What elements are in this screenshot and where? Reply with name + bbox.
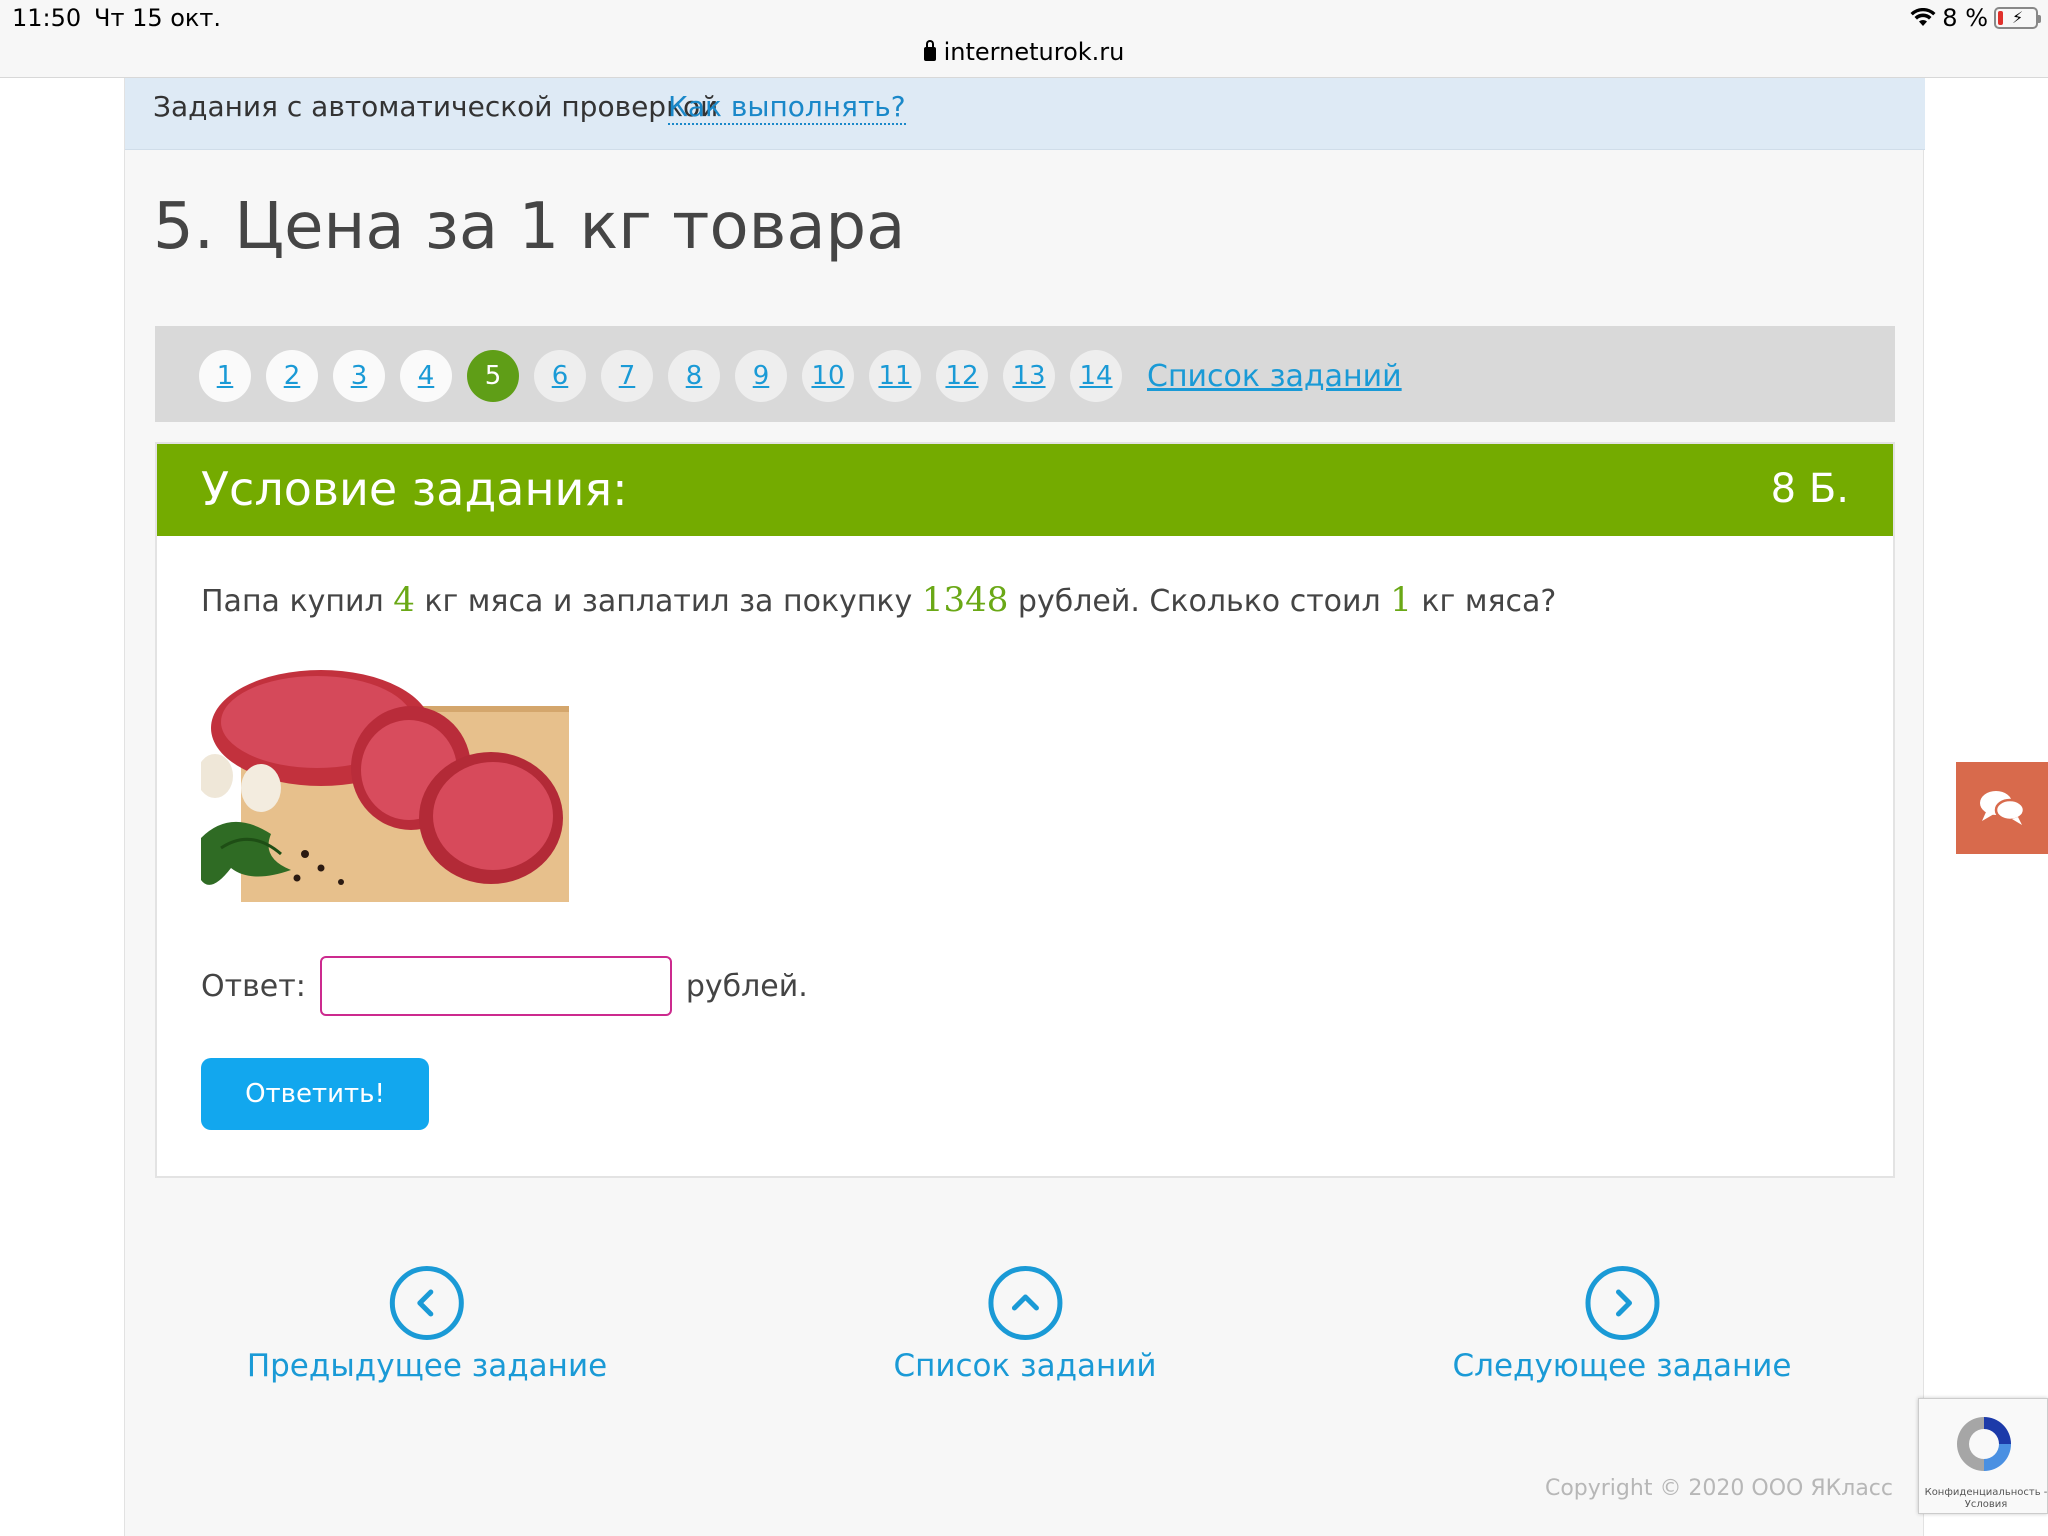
task-number-button-current[interactable]: 5 <box>467 350 519 402</box>
previous-task-label: Предыдущее задание <box>246 1348 608 1384</box>
task-points: 8 Б. <box>1770 466 1849 512</box>
wifi-icon <box>1910 8 1936 26</box>
status-bar: 11:50 Чт 15 окт. 8 % ⚡ interneturok.ru <box>0 0 2048 78</box>
task-card: Условие задания: 8 Б. Папа купил 4 кг мя… <box>155 442 1895 1178</box>
task-number-button[interactable]: 7 <box>601 350 653 402</box>
task-question: Папа купил 4 кг мяса и заплатил за покуп… <box>201 580 1556 620</box>
task-list-label: Список заданий <box>893 1348 1157 1384</box>
chat-button[interactable] <box>1956 762 2048 854</box>
task-number-button[interactable]: 6 <box>534 350 586 402</box>
recaptcha-badge[interactable]: Конфиденциальность - Условия <box>1918 1398 2048 1514</box>
previous-task-link[interactable]: Предыдущее задание <box>247 1266 607 1384</box>
answer-row: Ответ: рублей. <box>201 956 808 1016</box>
chat-icon <box>1980 791 2026 825</box>
answer-input[interactable] <box>319 956 672 1016</box>
chevron-up-icon <box>988 1266 1062 1340</box>
task-number-button[interactable]: 13 <box>1003 350 1055 402</box>
next-task-label: Следующее задание <box>1452 1348 1792 1384</box>
page-container: Задания с автоматической проверкой Как в… <box>124 78 1925 1536</box>
task-number-button[interactable]: 2 <box>266 350 318 402</box>
question-text: рублей. Сколько стоил <box>1008 584 1391 619</box>
address-bar[interactable]: interneturok.ru <box>0 38 2048 66</box>
chevron-left-icon <box>389 1266 464 1340</box>
task-list-bottom-link[interactable]: Список заданий <box>893 1266 1157 1384</box>
page-title: 5. Цена за 1 кг товара <box>153 190 906 264</box>
task-list-link[interactable]: Список заданий <box>1147 359 1402 394</box>
task-number-list: 1 2 3 4 5 6 7 8 9 10 11 12 13 14 Список … <box>199 350 1402 402</box>
how-to-link[interactable]: Как выполнять? <box>668 90 906 125</box>
status-time: 11:50 <box>12 4 82 32</box>
lock-icon <box>923 40 936 61</box>
task-type-bar: Задания с автоматической проверкой Как в… <box>125 78 1925 150</box>
task-header-title: Условие задания: <box>201 462 628 516</box>
task-number-button[interactable]: 10 <box>802 350 854 402</box>
battery-percent: 8 % <box>1942 4 1988 32</box>
answer-unit: рублей. <box>685 968 808 1004</box>
task-type-label: Задания с автоматической проверкой <box>153 90 719 123</box>
submit-answer-button[interactable]: Ответить! <box>201 1058 429 1130</box>
task-number-button[interactable]: 12 <box>936 350 988 402</box>
chevron-right-icon <box>1584 1266 1659 1340</box>
copyright-text: Copyright © 2020 ООО ЯКласс <box>1544 1476 1893 1501</box>
task-number-button[interactable]: 8 <box>668 350 720 402</box>
task-number-button[interactable]: 9 <box>735 350 787 402</box>
question-text: Папа купил <box>201 584 394 619</box>
task-number-button[interactable]: 3 <box>333 350 385 402</box>
task-number-button[interactable]: 11 <box>869 350 921 402</box>
question-number: 1 <box>1390 580 1412 620</box>
task-navigation: 1 2 3 4 5 6 7 8 9 10 11 12 13 14 Список … <box>155 326 1895 422</box>
answer-label: Ответ: <box>201 968 306 1004</box>
url-text: interneturok.ru <box>943 38 1125 66</box>
recaptcha-links[interactable]: Конфиденциальность - Условия <box>1923 1487 2048 1511</box>
next-task-link[interactable]: Следующее задание <box>1452 1266 1792 1384</box>
question-text: кг мяса и заплатил за покупку <box>414 584 922 619</box>
status-indicators: 8 % ⚡ <box>1910 4 2041 32</box>
meat-image <box>201 670 569 902</box>
question-number: 1348 <box>921 580 1009 620</box>
task-number-button[interactable]: 4 <box>400 350 452 402</box>
status-date: Чт 15 окт. <box>94 4 222 32</box>
battery-icon: ⚡ <box>1994 7 2041 29</box>
task-number-button[interactable]: 1 <box>199 350 251 402</box>
question-text: кг мяса? <box>1411 584 1557 619</box>
task-header: Условие задания: 8 Б. <box>157 444 1893 536</box>
recaptcha-icon <box>1957 1417 2011 1471</box>
task-number-button[interactable]: 14 <box>1070 350 1122 402</box>
question-number: 4 <box>393 580 415 620</box>
